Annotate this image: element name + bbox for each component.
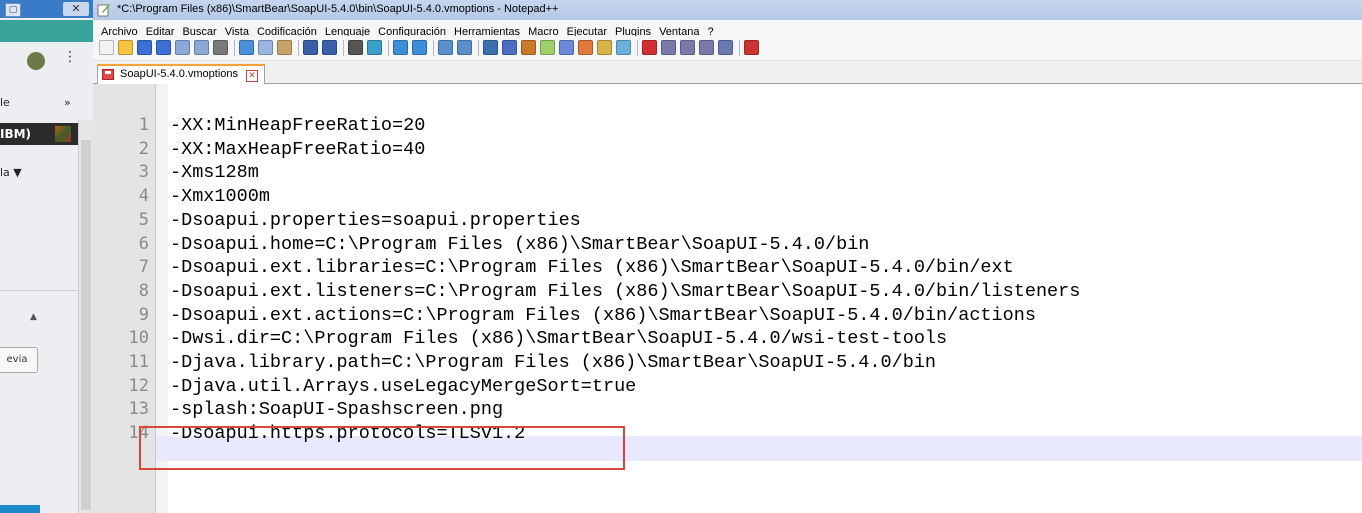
line-number: 2 <box>138 138 149 159</box>
copy-icon[interactable] <box>258 40 273 55</box>
code-line[interactable]: -XX:MaxHeapFreeRatio=40 <box>170 138 425 161</box>
code-line[interactable]: -XX:MinHeapFreeRatio=20 <box>170 114 425 137</box>
line-number: 1 <box>138 115 149 135</box>
annotation-highlight-box <box>139 426 625 470</box>
toolbar <box>93 36 1362 61</box>
save-macro-icon[interactable] <box>718 40 733 55</box>
print-icon[interactable] <box>213 40 228 55</box>
code-line[interactable]: -Dsoapui.ext.libraries=C:\Program Files … <box>170 256 1014 279</box>
chevron-right-icon[interactable]: » <box>64 96 71 109</box>
find-icon[interactable] <box>348 40 363 55</box>
line-number: 7 <box>138 257 149 278</box>
background-window-titlebar: ▢ ✕ <box>0 0 93 18</box>
background-list-item[interactable]: IBM) <box>0 123 78 145</box>
open-file-icon[interactable] <box>118 40 133 55</box>
code-line[interactable]: -Dsoapui.ext.listeners=C:\Program Files … <box>170 280 1080 303</box>
sync-vertical-icon[interactable] <box>438 40 453 55</box>
line-number: 5 <box>138 209 149 230</box>
save-all-icon[interactable] <box>156 40 171 55</box>
toolbar-separator <box>388 40 389 56</box>
toolbar-separator <box>637 40 638 56</box>
zoom-out-icon[interactable] <box>412 40 427 55</box>
background-window: ▢ ✕ ⋮ le » IBM) la ▼ ▲ evia <box>0 0 93 513</box>
menu-bar: Archivo Editar Buscar Vista Codificación Leng… <box>93 20 1362 38</box>
line-number: 9 <box>138 304 149 325</box>
undo-icon[interactable] <box>303 40 318 55</box>
code-line[interactable]: -Dsoapui.properties=soapui.properties <box>170 209 581 232</box>
toolbar-separator <box>298 40 299 56</box>
background-blue-button[interactable] <box>0 505 40 513</box>
stop-macro-icon[interactable] <box>661 40 676 55</box>
close-icon[interactable]: ✕ <box>246 70 259 82</box>
background-text-fragment: le <box>0 96 10 109</box>
paste-icon[interactable] <box>277 40 292 55</box>
line-number: 4 <box>138 186 149 207</box>
sync-horizontal-icon[interactable] <box>457 40 472 55</box>
tab-bar: SoapUI-5.4.0.vmoptions ✕ <box>93 61 1362 84</box>
tab-vmoptions-file[interactable]: SoapUI-5.4.0.vmoptions ✕ <box>97 64 266 84</box>
toolbar-separator <box>433 40 434 56</box>
code-line[interactable]: -Djava.library.path=C:\Program Files (x8… <box>170 351 936 374</box>
code-line[interactable]: -splash:SoapUI-Spashscreen.png <box>170 398 503 421</box>
folder-workspace-icon[interactable] <box>597 40 612 55</box>
background-button[interactable]: evia <box>0 347 38 373</box>
background-dropdown[interactable]: la ▼ <box>0 166 22 179</box>
user-language-icon[interactable] <box>540 40 555 55</box>
save-icon[interactable] <box>137 40 152 55</box>
code-line[interactable]: -Dsoapui.home=C:\Program Files (x86)\Sma… <box>170 233 869 256</box>
line-number: 12 <box>128 375 149 396</box>
line-number: 3 <box>138 162 149 183</box>
background-app-bar <box>0 20 93 42</box>
thumbnail-image <box>55 126 71 142</box>
unsaved-file-icon <box>102 69 114 80</box>
toolbar-separator <box>478 40 479 56</box>
titlebar: *C:\Program Files (x86)\SmartBear\SoapUI… <box>93 0 1362 20</box>
background-scrollbar[interactable] <box>78 120 93 513</box>
code-line[interactable]: -Dwsi.dir=C:\Program Files (x86)\SmartBe… <box>170 327 947 350</box>
notepadpp-app-icon[interactable] <box>97 3 111 17</box>
show-all-chars-icon[interactable] <box>502 40 517 55</box>
redo-icon[interactable] <box>322 40 337 55</box>
monitor-icon[interactable] <box>616 40 631 55</box>
line-number: 13 <box>128 399 149 420</box>
function-list-icon[interactable] <box>578 40 593 55</box>
line-number: 10 <box>128 328 149 349</box>
tab-label: SoapUI-5.4.0.vmoptions <box>120 68 239 80</box>
replace-icon[interactable] <box>367 40 382 55</box>
background-list-label: IBM) <box>0 127 32 141</box>
cut-icon[interactable] <box>239 40 254 55</box>
scroll-up-icon[interactable]: ▲ <box>30 312 37 322</box>
code-line[interactable]: -Xms128m <box>170 161 259 184</box>
new-file-icon[interactable] <box>99 40 114 55</box>
divider <box>0 290 78 291</box>
line-number: 6 <box>138 233 149 254</box>
avatar[interactable] <box>27 52 45 70</box>
play-macro-icon[interactable] <box>680 40 695 55</box>
notepadpp-window: *C:\Program Files (x86)\SmartBear\SoapUI… <box>93 0 1362 513</box>
record-macro-icon[interactable] <box>642 40 657 55</box>
zoom-in-icon[interactable] <box>393 40 408 55</box>
line-number: 8 <box>138 280 149 301</box>
spell-check-icon[interactable] <box>744 40 759 55</box>
close-icon[interactable]: ✕ <box>63 2 89 16</box>
code-line[interactable]: -Xmx1000m <box>170 185 270 208</box>
editor-area[interactable]: 1 2 3 4 5 6 7 8 9 10 11 12 13 14 -XX:MinHeapFreeRatio… <box>93 84 1362 513</box>
line-number: 11 <box>128 352 149 372</box>
close-icon[interactable] <box>175 40 190 55</box>
toolbar-separator <box>343 40 344 56</box>
document-map-icon[interactable] <box>559 40 574 55</box>
code-line[interactable]: -Djava.util.Arrays.useLegacyMergeSort=tr… <box>170 375 636 398</box>
word-wrap-icon[interactable] <box>483 40 498 55</box>
toolbar-separator <box>739 40 740 56</box>
code-line[interactable]: -Dsoapui.ext.actions=C:\Program Files (x… <box>170 304 1036 327</box>
toolbar-separator <box>234 40 235 56</box>
window-title: *C:\Program Files (x86)\SmartBear\SoapUI… <box>117 3 559 15</box>
close-all-icon[interactable] <box>194 40 209 55</box>
run-macro-multiple-icon[interactable] <box>699 40 714 55</box>
indent-guide-icon[interactable] <box>521 40 536 55</box>
more-options-icon[interactable]: ⋮ <box>63 49 77 65</box>
window-menu-icon[interactable]: ▢ <box>5 3 21 17</box>
